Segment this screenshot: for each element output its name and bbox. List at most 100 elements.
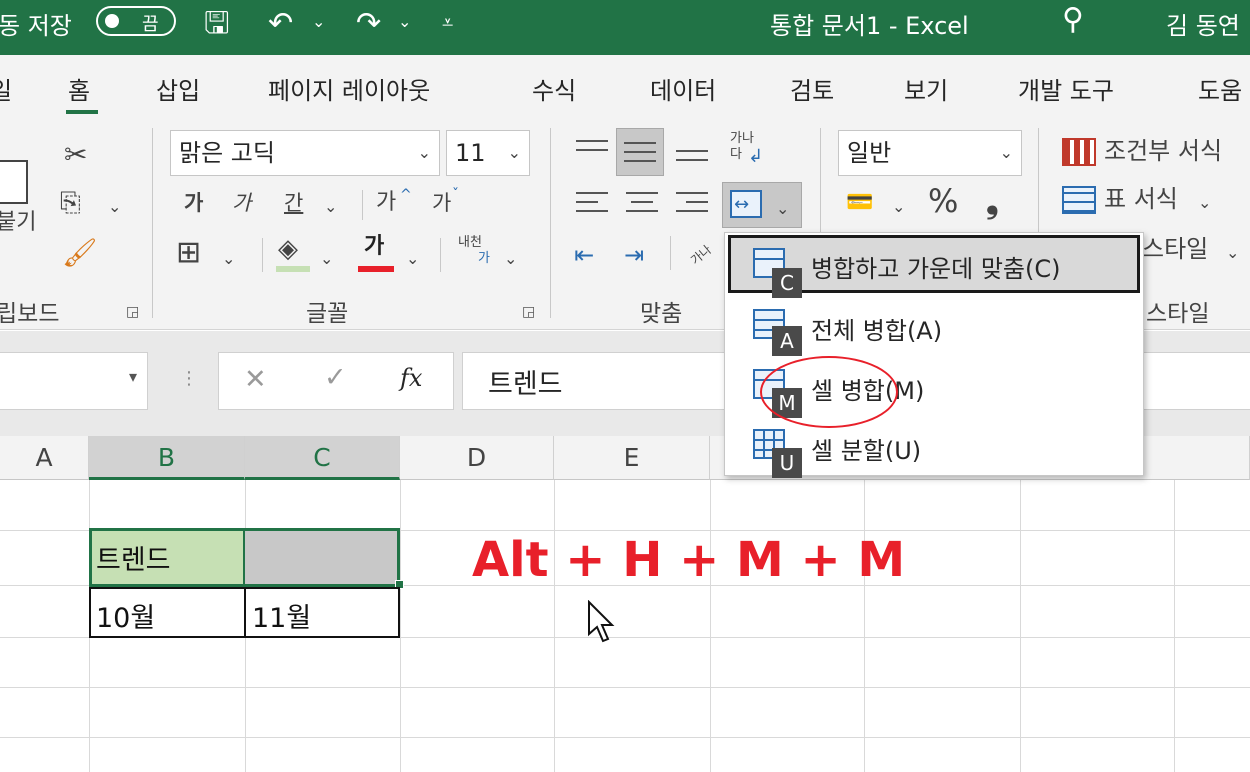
- grid-line: [400, 480, 401, 772]
- formula-content: 트렌드: [488, 369, 563, 400]
- grow-arrow-icon: ^: [400, 187, 412, 203]
- shrink-font-button[interactable]: 가: [432, 188, 451, 218]
- align-top-icon[interactable]: [576, 140, 608, 158]
- name-box[interactable]: ▾: [0, 352, 148, 410]
- font-group-label: 글꼴: [306, 301, 349, 327]
- search-icon[interactable]: ⚲: [1062, 0, 1084, 40]
- chevron-down-icon[interactable]: ⌄: [508, 131, 521, 175]
- save-icon[interactable]: 🖫: [204, 4, 230, 44]
- redo-dropdown-icon[interactable]: ⌄: [398, 12, 411, 31]
- align-center-icon[interactable]: [626, 192, 658, 219]
- cell-styles-button[interactable]: 스타일: [1142, 234, 1208, 264]
- tab-review[interactable]: 검토: [790, 71, 834, 106]
- cut-icon[interactable]: ✂: [64, 140, 87, 170]
- divider: [262, 238, 263, 272]
- column-header-b[interactable]: B: [89, 436, 245, 480]
- font-dialog-launcher-icon[interactable]: ◲: [522, 304, 535, 320]
- number-format-combo[interactable]: 일반 ⌄: [838, 130, 1022, 176]
- chevron-down-icon[interactable]: ⌄: [418, 131, 431, 175]
- align-right-icon[interactable]: [676, 192, 708, 219]
- autosave-toggle[interactable]: 끔: [96, 6, 176, 36]
- accounting-format-icon[interactable]: 💳: [846, 188, 873, 218]
- borders-icon[interactable]: ⊞: [176, 238, 201, 268]
- enter-icon[interactable]: ✓: [324, 362, 347, 393]
- wrap-arrow-icon: ↲: [748, 146, 764, 167]
- tab-home[interactable]: 홈: [68, 71, 90, 106]
- cell-b3-text[interactable]: 10월: [96, 596, 155, 635]
- grid-line: [0, 687, 1250, 688]
- fill-color-swatch: [276, 266, 310, 272]
- menu-item-label: 전체 병합(A): [811, 317, 943, 345]
- cancel-icon[interactable]: ✕: [244, 364, 267, 395]
- divider: [440, 238, 441, 272]
- fill-color-icon[interactable]: ◈: [278, 234, 298, 264]
- phonetic-top[interactable]: 내천: [458, 236, 482, 250]
- tab-data[interactable]: 데이터: [650, 71, 716, 106]
- decrease-indent-icon[interactable]: ⇤: [574, 240, 594, 270]
- undo-icon[interactable]: ↶: [268, 4, 293, 44]
- merge-dropdown-icon[interactable]: ⌄: [776, 194, 789, 224]
- font-size-combo[interactable]: 11 ⌄: [446, 130, 530, 176]
- cell-b2-text: 트렌드: [96, 545, 171, 576]
- title-bar: 동 저장 끔 🖫 ↶ ⌄ ↷ ⌄ ⩡ 통합 문서1 - Excel ⚲ 김 동연: [0, 0, 1250, 55]
- copy-dropdown-icon[interactable]: ⌄: [108, 192, 121, 222]
- active-tab-indicator: [66, 110, 98, 114]
- font-color-button[interactable]: 가: [364, 232, 384, 262]
- column-header-d[interactable]: D: [400, 436, 554, 480]
- cell-divider: [243, 530, 245, 585]
- conditional-format-button[interactable]: 조건부 서식: [1104, 136, 1222, 166]
- font-color-dropdown-icon[interactable]: ⌄: [406, 244, 419, 274]
- tab-help[interactable]: 도움: [1198, 71, 1242, 106]
- comma-button[interactable]: ❟: [986, 185, 999, 217]
- document-title: 통합 문서1 - Excel: [770, 12, 969, 40]
- font-name-combo[interactable]: 맑은 고딕 ⌄: [170, 130, 440, 176]
- ribbon-tabs: 일 홈 삽입 페이지 레이아웃 수식 데이터 검토 보기 개발 도구 도움: [0, 55, 1250, 115]
- column-header-e[interactable]: E: [554, 436, 710, 480]
- format-table-dropdown-icon[interactable]: ⌄: [1198, 188, 1211, 218]
- tab-developer[interactable]: 개발 도구: [1018, 71, 1114, 106]
- column-header-a[interactable]: A: [0, 436, 89, 480]
- format-painter-icon[interactable]: 🖌: [62, 238, 98, 268]
- tab-insert[interactable]: 삽입: [156, 71, 200, 106]
- grow-font-button[interactable]: 가: [376, 188, 396, 218]
- percent-button[interactable]: %: [928, 185, 958, 217]
- underline-button[interactable]: 간: [284, 188, 303, 218]
- increase-indent-icon[interactable]: ⇥: [624, 240, 644, 270]
- borders-dropdown-icon[interactable]: ⌄: [222, 244, 235, 274]
- tab-page-layout[interactable]: 페이지 레이아웃: [268, 71, 430, 106]
- tab-view[interactable]: 보기: [904, 71, 948, 106]
- keytip-c: C: [772, 268, 802, 298]
- format-table-button[interactable]: 표 서식: [1104, 184, 1178, 214]
- format-table-icon[interactable]: [1062, 186, 1096, 214]
- fill-dropdown-icon[interactable]: ⌄: [320, 244, 333, 274]
- clipboard-group-label: 립보드: [0, 301, 60, 327]
- undo-dropdown-icon[interactable]: ⌄: [312, 12, 325, 31]
- bold-button[interactable]: 가: [184, 188, 203, 218]
- align-middle-icon[interactable]: [624, 142, 656, 169]
- copy-icon[interactable]: ⎘: [60, 188, 81, 218]
- conditional-format-icon[interactable]: [1062, 138, 1096, 166]
- align-left-icon[interactable]: [576, 192, 608, 219]
- tab-formulas[interactable]: 수식: [532, 71, 576, 106]
- insert-function-icon[interactable]: fx: [400, 364, 422, 392]
- drag-handle-icon[interactable]: ⋮: [180, 368, 198, 389]
- divider: [362, 190, 363, 220]
- underline-dropdown-icon[interactable]: ⌄: [324, 192, 337, 222]
- chevron-down-icon[interactable]: ▾: [129, 367, 137, 386]
- phonetic-dropdown-icon[interactable]: ⌄: [504, 244, 517, 274]
- customize-qat-icon[interactable]: ⩡: [442, 10, 453, 34]
- chevron-down-icon[interactable]: ⌄: [1000, 131, 1013, 175]
- grid-line: [710, 480, 711, 772]
- cell-styles-dropdown-icon[interactable]: ⌄: [1226, 238, 1239, 268]
- italic-button[interactable]: 가: [232, 188, 251, 218]
- redo-icon[interactable]: ↷: [356, 4, 381, 44]
- paste-icon[interactable]: [0, 160, 28, 204]
- clipboard-dialog-launcher-icon[interactable]: ◲: [126, 304, 139, 320]
- tab-file-partial[interactable]: 일: [0, 71, 12, 106]
- align-bottom-icon[interactable]: [676, 150, 708, 168]
- accounting-dropdown-icon[interactable]: ⌄: [892, 192, 905, 222]
- user-name[interactable]: 김 동연: [1166, 6, 1240, 41]
- column-header-c[interactable]: C: [245, 436, 400, 480]
- cell-c3-text[interactable]: 11월: [252, 596, 311, 635]
- paste-label[interactable]: 붙기: [0, 208, 36, 238]
